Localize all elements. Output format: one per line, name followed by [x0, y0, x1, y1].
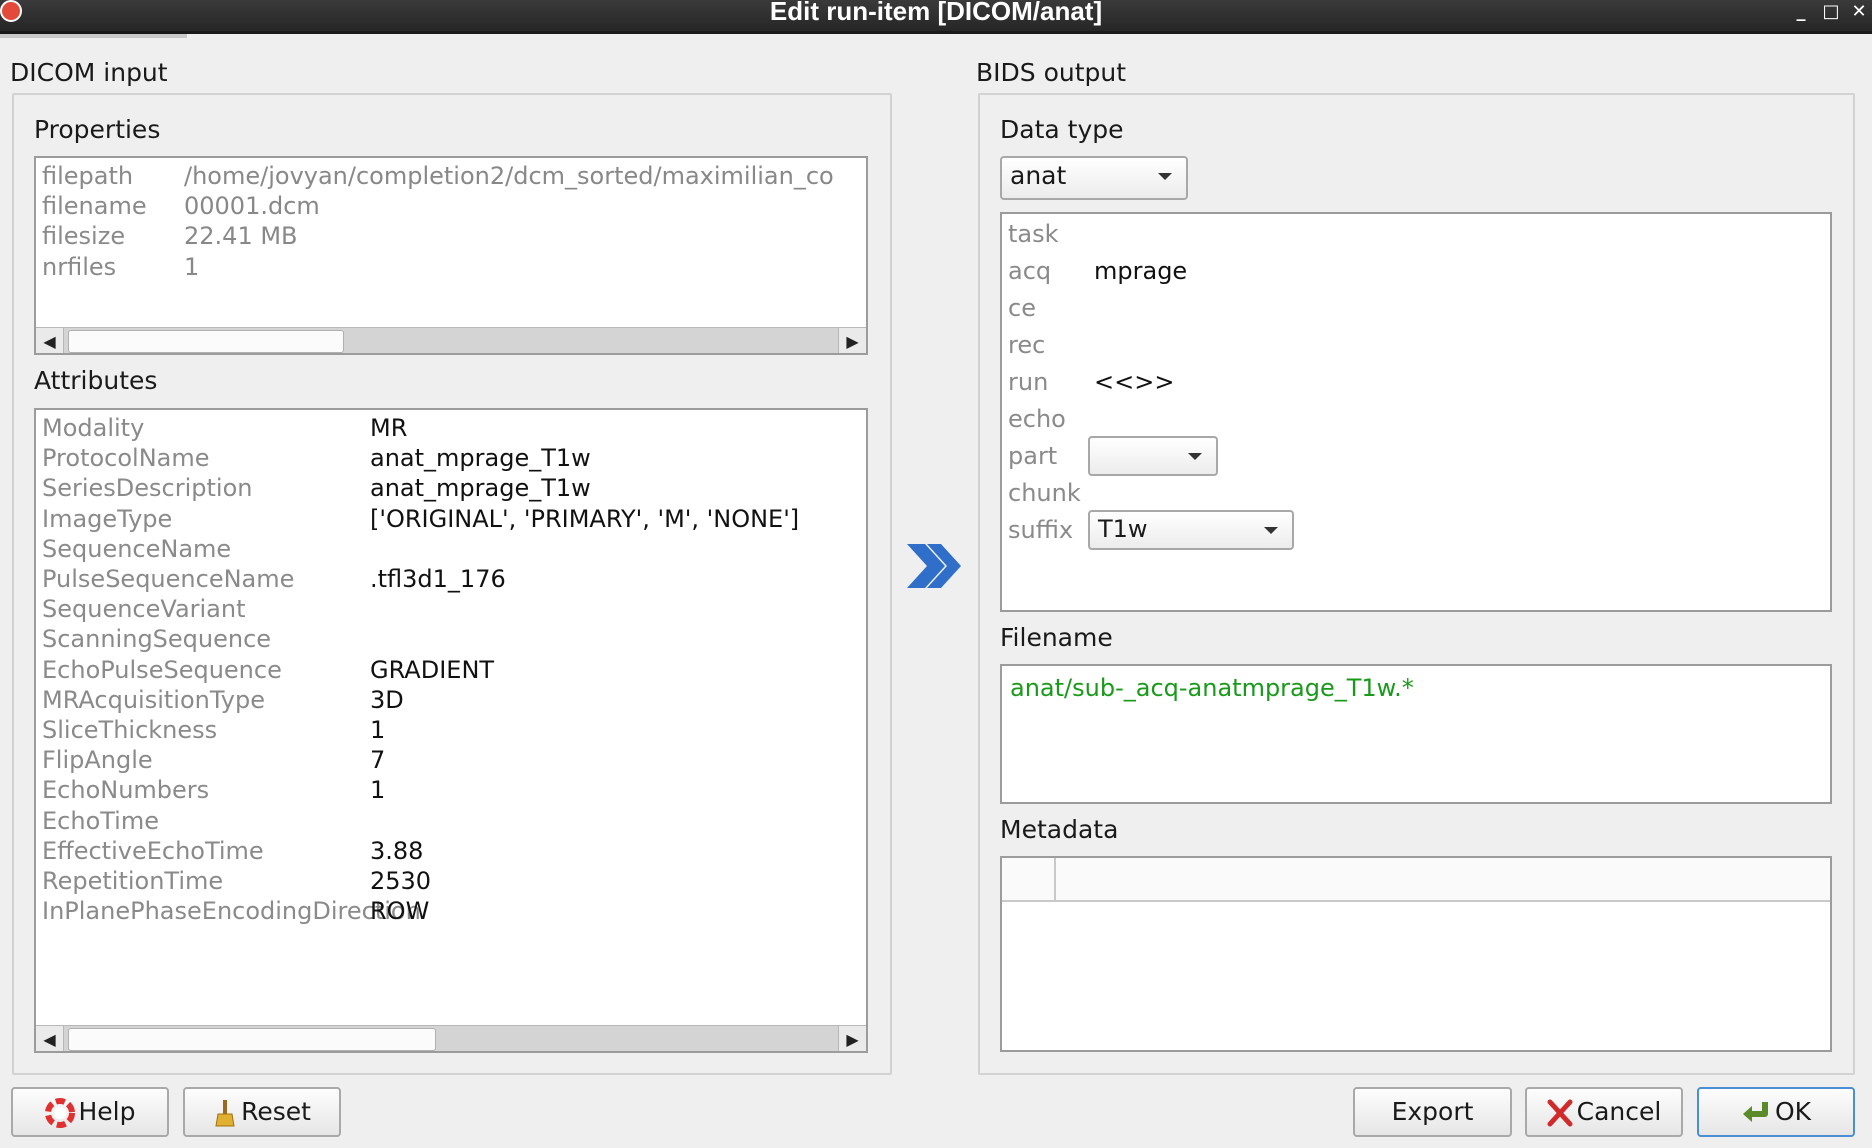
cancel-button[interactable]: Cancel [1525, 1087, 1683, 1137]
row-value: 1 [184, 252, 200, 281]
row-key: nrfiles [42, 252, 117, 281]
help-lifebuoy-icon [44, 1098, 75, 1128]
attributes-hscrollbar[interactable]: ◀ ▶ [36, 1025, 866, 1051]
export-label: Export [1391, 1097, 1474, 1126]
bids-entities-table[interactable]: task acq mprage ce rec run <<>> echo part chunk su… [1000, 212, 1832, 612]
entity-key: acq [1008, 257, 1052, 285]
entity-row-suffix: suffix T1w [1008, 510, 1808, 550]
entity-row-part: part [1008, 436, 1808, 476]
row-value: ['ORIGINAL', 'PRIMARY', 'M', 'NONE'] [370, 504, 800, 533]
data-type-value: anat [1010, 161, 1067, 190]
entity-row-chunk: chunk [1008, 473, 1808, 513]
double-chevron-right-icon [907, 544, 961, 588]
metadata-header [1002, 858, 1830, 902]
chevron-down-icon [1188, 453, 1202, 460]
entity-key: suffix [1008, 516, 1074, 544]
minimize-button[interactable]: _ [1790, 2, 1812, 24]
focus-indicator [0, 34, 187, 38]
row-key: InPlanePhaseEncodingDirection [42, 897, 421, 926]
attributes-label: Attributes [34, 366, 158, 395]
dicom-input-label: DICOM input [10, 58, 168, 87]
entity-key: part [1008, 442, 1058, 470]
properties-table[interactable]: filepath/home/jovyan/completion2/dcm_sor… [34, 156, 868, 355]
entity-key: echo [1008, 405, 1066, 433]
entity-row-acq: acq mprage [1008, 251, 1808, 291]
data-type-label: Data type [1000, 115, 1124, 144]
entity-key: task [1008, 220, 1059, 248]
filename-field[interactable]: anat/sub-_acq-anatmprage_T1w.* [1000, 664, 1832, 804]
entity-value[interactable]: <<>> [1094, 362, 1174, 402]
metadata-label: Metadata [1000, 815, 1119, 844]
part-select[interactable] [1088, 436, 1218, 476]
suffix-value: T1w [1098, 515, 1148, 543]
cancel-x-icon [1547, 1099, 1573, 1127]
scroll-left-icon[interactable]: ◀ [36, 328, 64, 353]
filename-text: anat/sub-_acq-anatmprage_T1w.* [1010, 674, 1414, 702]
properties-label: Properties [34, 115, 161, 144]
entity-row-rec: rec [1008, 325, 1808, 365]
reset-button[interactable]: Reset [183, 1087, 341, 1137]
scroll-right-icon[interactable]: ▶ [838, 1026, 866, 1051]
column-divider [1054, 858, 1056, 902]
row-value: .tfl3d1_176 [370, 565, 506, 593]
entity-value[interactable]: mprage [1094, 251, 1187, 291]
row-value: 1 [370, 776, 386, 805]
reset-label: Reset [241, 1097, 311, 1126]
entity-row-task: task [1008, 214, 1808, 254]
close-button[interactable]: ✕ [1848, 2, 1870, 24]
entity-key: rec [1008, 331, 1046, 359]
entity-row-echo: echo [1008, 399, 1808, 439]
row-value: 22.41 MB [184, 222, 298, 251]
metadata-table[interactable] [1000, 856, 1832, 1052]
cancel-label: Cancel [1576, 1097, 1662, 1126]
entity-row-ce: ce [1008, 288, 1808, 328]
help-button[interactable]: Help [11, 1087, 169, 1137]
scroll-thumb[interactable] [68, 330, 344, 353]
entity-key: run [1008, 368, 1049, 396]
chevron-down-icon [1264, 527, 1278, 534]
help-label: Help [78, 1097, 136, 1126]
suffix-select[interactable]: T1w [1088, 510, 1294, 550]
ok-button[interactable]: OK [1697, 1087, 1855, 1137]
properties-hscrollbar[interactable]: ◀ ▶ [36, 327, 866, 353]
export-button[interactable]: Export [1353, 1087, 1512, 1137]
window-title: Edit run-item [DICOM/anat] [769, 0, 1103, 26]
entity-key: ce [1008, 294, 1036, 322]
broom-icon [215, 1100, 235, 1127]
data-type-select[interactable]: anat [1000, 156, 1188, 200]
scroll-right-icon[interactable]: ▶ [838, 328, 866, 353]
bids-output-label: BIDS output [976, 58, 1127, 87]
entity-key: chunk [1008, 479, 1081, 507]
ok-label: OK [1774, 1097, 1812, 1126]
ok-enter-icon [1742, 1102, 1768, 1122]
attributes-table[interactable]: Modality MR ProtocolName anat_mprage_T1w Ser… [34, 408, 868, 1053]
scroll-thumb[interactable] [68, 1028, 436, 1051]
title-bar: Edit run-item [DICOM/anat] _ □ ✕ [0, 0, 1872, 34]
maximize-button[interactable]: □ [1820, 2, 1842, 24]
filename-label: Filename [1000, 623, 1113, 652]
chevron-down-icon [1158, 173, 1172, 180]
row-value: ROW [370, 897, 430, 926]
scroll-left-icon[interactable]: ◀ [36, 1026, 64, 1051]
entity-row-run: run <<>> [1008, 362, 1808, 402]
